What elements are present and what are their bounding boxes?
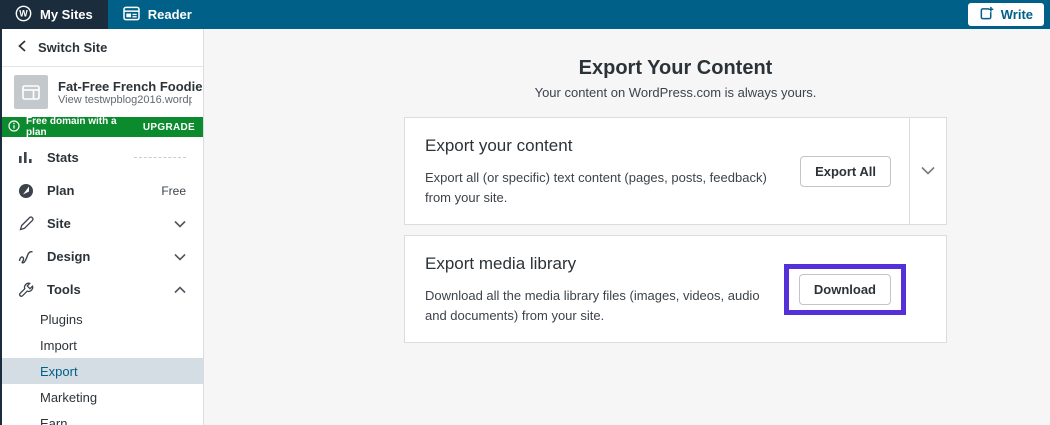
- svg-text:W: W: [19, 8, 28, 18]
- write-label: Write: [1001, 7, 1033, 22]
- sidebar-item-label: Marketing: [40, 390, 97, 405]
- export-media-card: Export media library Download all the me…: [404, 235, 947, 343]
- sidebar-item-plan[interactable]: Plan Free: [0, 174, 203, 207]
- card-description: Export all (or specific) text content (p…: [425, 168, 780, 208]
- current-site-card[interactable]: Fat-Free French Foodie View testwpblog20…: [0, 67, 203, 117]
- site-meta: Fat-Free French Foodie View testwpblog20…: [58, 79, 189, 106]
- sidebar-item-site[interactable]: Site: [0, 207, 203, 240]
- chevron-down-icon: [174, 220, 186, 228]
- upgrade-banner[interactable]: Free domain with a plan UPGRADE: [0, 117, 203, 137]
- reader-tab[interactable]: Reader: [108, 0, 207, 29]
- write-button[interactable]: Write: [968, 3, 1044, 26]
- card-action: Export All: [800, 118, 909, 224]
- site-avatar-icon: [14, 75, 48, 109]
- sidebar-item-import[interactable]: Import: [0, 332, 203, 358]
- expand-export-options-button[interactable]: [909, 118, 946, 224]
- wordpress-logo-icon: W: [15, 5, 32, 25]
- reader-icon: [123, 6, 140, 24]
- site-url: View testwpblog2016.wordpress.com: [58, 94, 192, 106]
- plan-badge: Free: [161, 184, 186, 198]
- chevron-left-icon: [17, 40, 27, 55]
- sidebar-item-label: Site: [47, 216, 71, 231]
- card-description: Download all the media library files (im…: [425, 286, 764, 326]
- switch-site-button[interactable]: Switch Site: [0, 29, 203, 67]
- sidebar: Switch Site Fat-Free French Foodie View …: [0, 29, 204, 425]
- sidebar-item-label: Tools: [47, 282, 81, 297]
- switch-site-label: Switch Site: [38, 40, 107, 55]
- design-icon: [17, 250, 35, 264]
- highlight-annotation: Download: [784, 264, 906, 315]
- download-button[interactable]: Download: [799, 274, 891, 305]
- sidebar-menu: Stats Plan Free Site: [0, 137, 203, 425]
- pencil-icon: [17, 216, 35, 231]
- site-name: Fat-Free French Foodie: [58, 79, 189, 94]
- my-sites-label: My Sites: [40, 7, 93, 22]
- sidebar-item-label: Plan: [47, 183, 74, 198]
- export-content-card: Export your content Export all (or speci…: [404, 117, 947, 225]
- card-action: Download: [784, 236, 946, 342]
- info-icon: [8, 120, 20, 135]
- sidebar-item-plugins[interactable]: Plugins: [0, 306, 203, 332]
- stats-icon: [17, 151, 35, 165]
- sidebar-item-marketing[interactable]: Marketing: [0, 384, 203, 410]
- upgrade-banner-label: Free domain with a plan: [26, 116, 137, 138]
- card-title: Export your content: [425, 136, 780, 156]
- chevron-up-icon: [174, 286, 186, 294]
- export-all-button[interactable]: Export All: [800, 156, 891, 187]
- export-page: Export Your Content Your content on Word…: [404, 29, 947, 343]
- reader-label: Reader: [148, 7, 192, 22]
- chevron-down-icon: [921, 162, 935, 180]
- card-body: Export your content Export all (or speci…: [405, 118, 800, 224]
- wrench-icon: [17, 282, 35, 298]
- window-edge: [0, 0, 2, 425]
- sidebar-item-export[interactable]: Export: [0, 358, 203, 384]
- sidebar-item-label: Stats: [47, 150, 79, 165]
- page-title: Export Your Content: [404, 55, 947, 81]
- sidebar-item-stats[interactable]: Stats: [0, 141, 203, 174]
- sidebar-item-label: Import: [40, 338, 77, 353]
- plan-icon: [17, 183, 35, 199]
- sidebar-item-earn[interactable]: Earn: [0, 410, 203, 425]
- sidebar-item-label: Earn: [40, 416, 67, 425]
- card-title: Export media library: [425, 254, 764, 274]
- upgrade-link[interactable]: UPGRADE: [143, 122, 195, 133]
- masterbar-spacer: [207, 0, 968, 29]
- sidebar-item-label: Plugins: [40, 312, 83, 327]
- sidebar-item-label: Design: [47, 249, 90, 264]
- new-post-icon: [979, 6, 994, 24]
- my-sites-tab[interactable]: W My Sites: [0, 0, 108, 29]
- chevron-down-icon: [174, 253, 186, 261]
- stats-sparkline: [134, 157, 186, 158]
- page-subtitle: Your content on WordPress.com is always …: [404, 85, 947, 100]
- sidebar-item-tools[interactable]: Tools: [0, 273, 203, 306]
- card-body: Export media library Download all the me…: [405, 236, 784, 342]
- main-content: Export Your Content Your content on Word…: [204, 29, 1050, 425]
- sidebar-item-design[interactable]: Design: [0, 240, 203, 273]
- masterbar: W My Sites Reader Write: [0, 0, 1050, 29]
- sidebar-item-label: Export: [40, 364, 78, 379]
